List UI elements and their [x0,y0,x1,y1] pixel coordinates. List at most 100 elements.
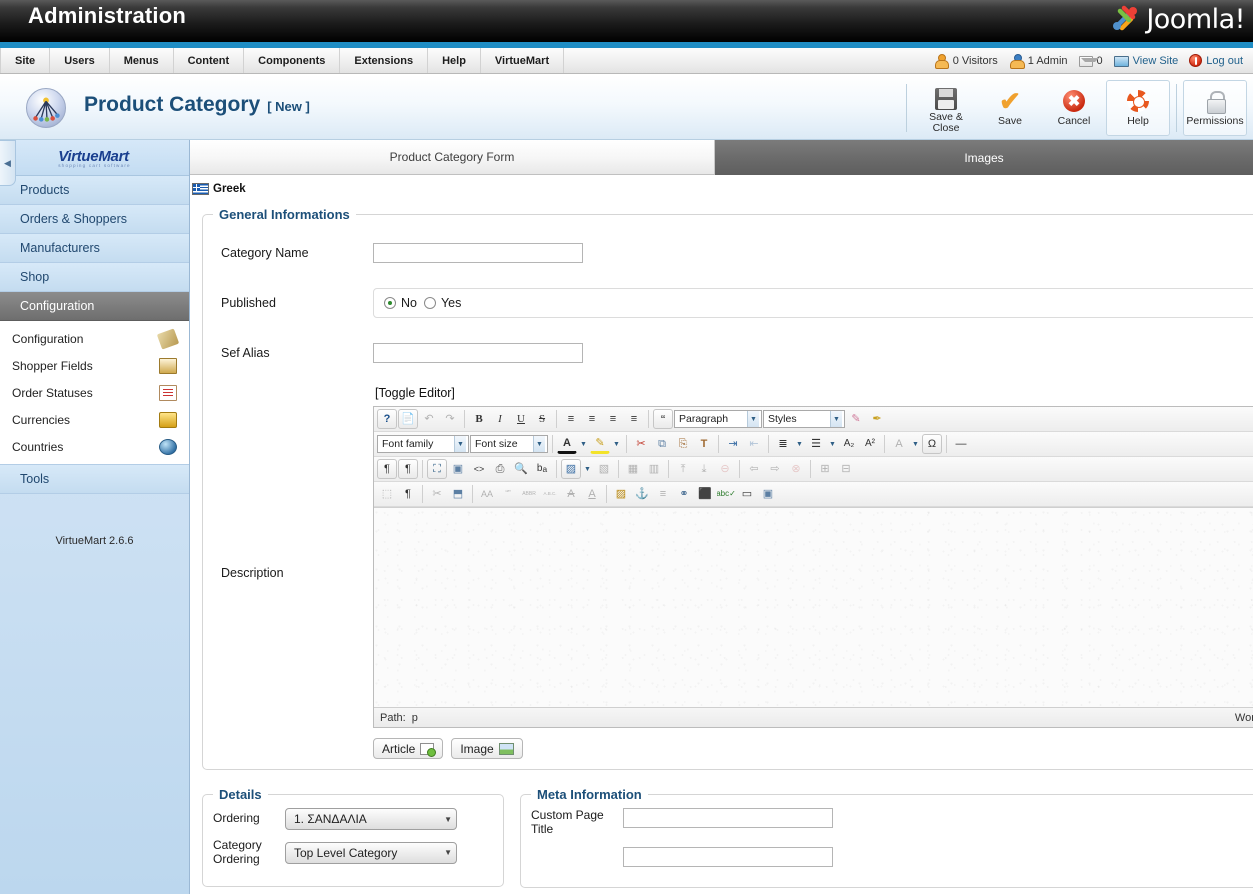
editor-nonbreaking-icon[interactable]: ≡ [653,484,673,504]
editor-source-code-icon[interactable]: <> [469,459,489,479]
editor-page-break-icon[interactable]: ✂ [427,484,447,504]
custom-page-title-input[interactable] [623,808,833,828]
menu-item-virtuemart[interactable]: VirtueMart [481,48,565,73]
editor-special-char-icon[interactable]: Ω [922,434,942,454]
editor-blockquote-icon[interactable]: “ [653,409,673,429]
radio-no-icon[interactable] [384,297,396,309]
editor-delete-col-icon[interactable]: ⊗ [786,459,806,479]
editor-split-cells-icon[interactable]: ⊞ [815,459,835,479]
editor-bold-icon[interactable]: B [469,409,489,429]
editor-insert-col-after-icon[interactable]: ⇨ [765,459,785,479]
sidebar-item-products[interactable]: Products [0,176,189,205]
editor-show-blocks-icon[interactable]: ¶ [398,484,418,504]
sidebar-item-shop[interactable]: Shop [0,263,189,292]
editor-insert-col-before-icon[interactable]: ⇦ [744,459,764,479]
editor-search-icon[interactable]: 🔍 [511,459,531,479]
save-and-close-button[interactable]: Save & Close [914,80,978,136]
editor-indent-icon[interactable]: ⇥ [723,434,743,454]
toggle-editor-link[interactable]: [Toggle Editor] [375,386,455,400]
ordering-select[interactable]: 1. ΣΑΝΔΑΛΙΑ ▼ [285,808,457,830]
editor-replace-icon[interactable]: ba [532,459,552,479]
meta-second-input[interactable] [623,846,833,867]
editor-new-document-icon[interactable]: 📄 [398,409,418,429]
menu-item-extensions[interactable]: Extensions [340,48,429,73]
editor-insert-layer-icon[interactable]: ⬒ [448,484,468,504]
menu-item-help[interactable]: Help [428,48,481,73]
logout-label[interactable]: Log out [1206,55,1243,67]
editor-align-center-icon[interactable]: ≡ [582,409,602,429]
editor-paste-text-icon[interactable]: T [694,434,714,454]
editor-cleanup-icon[interactable]: ✒ [867,409,887,429]
editor-align-right-icon[interactable]: ≡ [603,409,623,429]
editor-preview-icon[interactable]: ▣ [448,459,468,479]
published-option-yes[interactable]: Yes [423,296,461,310]
sidebar-subitem-shopper-fields[interactable]: Shopper Fields [0,352,189,379]
editor-rtl-icon[interactable]: ¶ [398,459,418,479]
editor-undo-icon[interactable]: ↶ [419,409,439,429]
radio-yes-icon[interactable] [423,297,436,309]
editor-highlight-dropdown[interactable]: ▼ [611,434,622,454]
cancel-button[interactable]: ✖ Cancel [1042,80,1106,136]
menu-item-site[interactable]: Site [0,48,51,73]
editor-horizontal-rule-icon[interactable]: — [951,434,971,454]
editor-insert-media-icon[interactable]: ▭ [737,484,757,504]
help-button[interactable]: Help [1106,80,1170,136]
sidebar-item-tools[interactable]: Tools [0,465,189,494]
save-button[interactable]: ✔ Save [978,80,1042,136]
editor-underline-icon[interactable]: U [511,409,531,429]
sidebar-collapse-toggle[interactable]: ◀ [0,140,16,186]
editor-citation-icon[interactable]: “” [498,484,518,504]
editor-cell-props-icon[interactable]: ▥ [644,459,664,479]
editor-template-dropdown[interactable]: ▼ [582,459,593,479]
editor-insert-date-icon[interactable]: ▨ [611,484,631,504]
menu-item-content[interactable]: Content [174,48,245,73]
editor-help-icon[interactable]: ? [377,409,397,429]
permissions-button[interactable]: Permissions [1183,80,1247,136]
editor-abbreviation-icon[interactable]: ABBR [519,484,539,504]
editor-strikethrough-icon[interactable]: S [532,409,552,429]
sidebar-item-orders-shoppers[interactable]: Orders & Shoppers [0,205,189,234]
editor-cut-icon[interactable]: ✂ [631,434,651,454]
editor-subscript-icon[interactable]: A₂ [839,434,859,454]
editor-font-size-select[interactable]: Font size ▼ [470,435,548,453]
editor-numbered-list-icon[interactable]: ≣ [773,434,793,454]
editor-delete-text-icon[interactable]: A [561,484,581,504]
editor-align-justify-icon[interactable]: ≡ [624,409,644,429]
menu-item-users[interactable]: Users [50,48,110,73]
sidebar-item-configuration[interactable]: Configuration [0,292,189,321]
category-name-input[interactable] [373,243,583,263]
editor-insert-link-icon[interactable]: ⚭ [674,484,694,504]
menu-item-menus[interactable]: Menus [110,48,174,73]
editor-fullscreen-icon[interactable]: ⛶ [427,459,447,479]
editor-merge-cells-icon[interactable]: ⊟ [836,459,856,479]
tab-product-category-form[interactable]: Product Category Form [190,140,715,175]
sidebar-subitem-countries[interactable]: Countries [0,433,189,460]
editor-paragraph-select[interactable]: Paragraph ▼ [674,410,762,428]
editor-bullet-list-dropdown[interactable]: ▼ [827,434,838,454]
editor-acronym-icon[interactable]: A.B.C. [540,484,560,504]
virtuemart-logo[interactable]: VirtueMart shopping cart software [0,140,189,176]
editor-outdent-icon[interactable]: ⇤ [744,434,764,454]
view-site-label[interactable]: View Site [1133,55,1179,67]
logout-link[interactable]: Log out [1189,54,1243,67]
editor-remove-format-icon[interactable]: ✎ [846,409,866,429]
editor-anchor-icon[interactable]: ⚓ [632,484,652,504]
editor-insert-template-icon[interactable]: ▨ [561,459,581,479]
editor-print-icon[interactable]: ⎙ [490,459,510,479]
editor-table-props-icon[interactable]: ▦ [623,459,643,479]
editor-insert-row-after-icon[interactable]: ⤓ [694,459,714,479]
sef-alias-input[interactable] [373,343,583,363]
editor-paste-icon[interactable]: ⎘ [673,434,693,454]
editor-font-family-select[interactable]: Font family ▼ [377,435,469,453]
editor-visual-aid-icon[interactable]: ⬚ [377,484,397,504]
editor-bullet-list-icon[interactable]: ☰ [806,434,826,454]
editor-delete-row-icon[interactable]: ⊖ [715,459,735,479]
tab-images[interactable]: Images [715,140,1253,175]
menu-item-components[interactable]: Components [244,48,341,73]
editor-copy-icon[interactable]: ⧉ [652,434,672,454]
published-option-no[interactable]: No [384,296,417,310]
editor-delete-template-icon[interactable]: ▧ [594,459,614,479]
editor-numbered-list-dropdown[interactable]: ▼ [794,434,805,454]
editor-insert-row-before-icon[interactable]: ⤒ [673,459,693,479]
editor-text-color-dropdown[interactable]: ▼ [578,434,589,454]
